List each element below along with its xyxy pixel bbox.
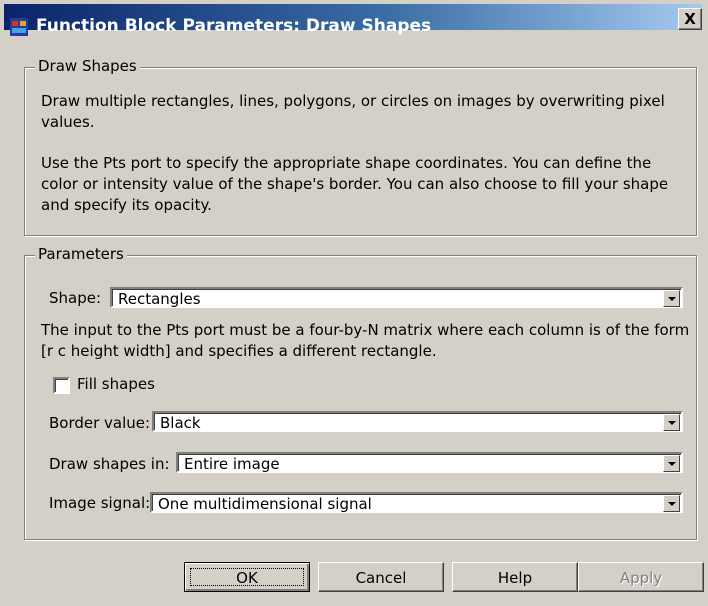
cancel-button-label: Cancel <box>355 569 407 587</box>
shape-label: Shape: <box>49 289 102 307</box>
focus-rectangle <box>190 568 304 586</box>
help-button[interactable]: Help <box>452 562 578 592</box>
image-signal-dropdown[interactable]: One multidimensional signal <box>150 492 683 513</box>
chevron-down-icon[interactable] <box>663 455 680 472</box>
cancel-button[interactable]: Cancel <box>318 562 444 592</box>
apply-button-label: Apply <box>619 569 663 587</box>
draw-shapes-in-label: Draw shapes in: <box>49 455 170 473</box>
draw-shapes-in-dropdown[interactable]: Entire image <box>176 452 683 473</box>
chevron-down-icon[interactable] <box>663 495 680 512</box>
shape-hint: The input to the Pts port must be a four… <box>41 320 693 362</box>
fill-shapes-checkbox[interactable] <box>53 377 70 394</box>
parameters-group: Parameters Shape: Rectangles The input t… <box>24 245 697 540</box>
draw-shapes-in-value: Entire image <box>184 455 280 473</box>
description-text-line: Draw multiple rectangles, lines, polygon… <box>41 92 665 110</box>
description-group-legend: Draw Shapes <box>35 57 140 75</box>
dialog-window: Function Block Parameters: Draw Shapes X… <box>0 0 708 606</box>
image-signal-value: One multidimensional signal <box>158 495 372 513</box>
border-value-label: Border value: <box>49 414 151 432</box>
border-value-value: Black <box>160 414 201 432</box>
description-text-line: Use the Pts port to specify the appropri… <box>41 154 652 172</box>
shape-hint-line: [r c height width] and specifies a diffe… <box>41 342 437 360</box>
description-paragraph-1: Draw multiple rectangles, lines, polygon… <box>41 91 686 133</box>
chevron-down-icon[interactable] <box>663 290 680 307</box>
description-text-line: and specify its opacity. <box>41 196 212 214</box>
description-paragraph-2: Use the Pts port to specify the appropri… <box>41 153 686 216</box>
ok-button[interactable]: OK <box>184 562 310 592</box>
shape-dropdown[interactable]: Rectangles <box>110 287 683 308</box>
apply-button[interactable]: Apply <box>578 562 704 592</box>
shape-hint-line: The input to the Pts port must be a four… <box>41 321 690 339</box>
help-button-label: Help <box>497 569 533 587</box>
close-icon: X <box>684 10 696 28</box>
border-value-dropdown[interactable]: Black <box>152 411 683 432</box>
description-group: Draw Shapes Draw multiple rectangles, li… <box>24 57 697 236</box>
simulink-block-icon <box>10 18 28 36</box>
window-title: Function Block Parameters: Draw Shapes <box>36 16 432 36</box>
description-text-line: values. <box>41 113 95 131</box>
chevron-down-icon[interactable] <box>663 414 680 431</box>
image-signal-label: Image signal: <box>49 494 151 512</box>
shape-value: Rectangles <box>118 290 201 308</box>
fill-shapes-label[interactable]: Fill shapes <box>77 375 155 393</box>
description-text-line: color or intensity value of the shape's … <box>41 175 669 193</box>
parameters-group-legend: Parameters <box>35 245 127 263</box>
close-button[interactable]: X <box>678 8 702 30</box>
